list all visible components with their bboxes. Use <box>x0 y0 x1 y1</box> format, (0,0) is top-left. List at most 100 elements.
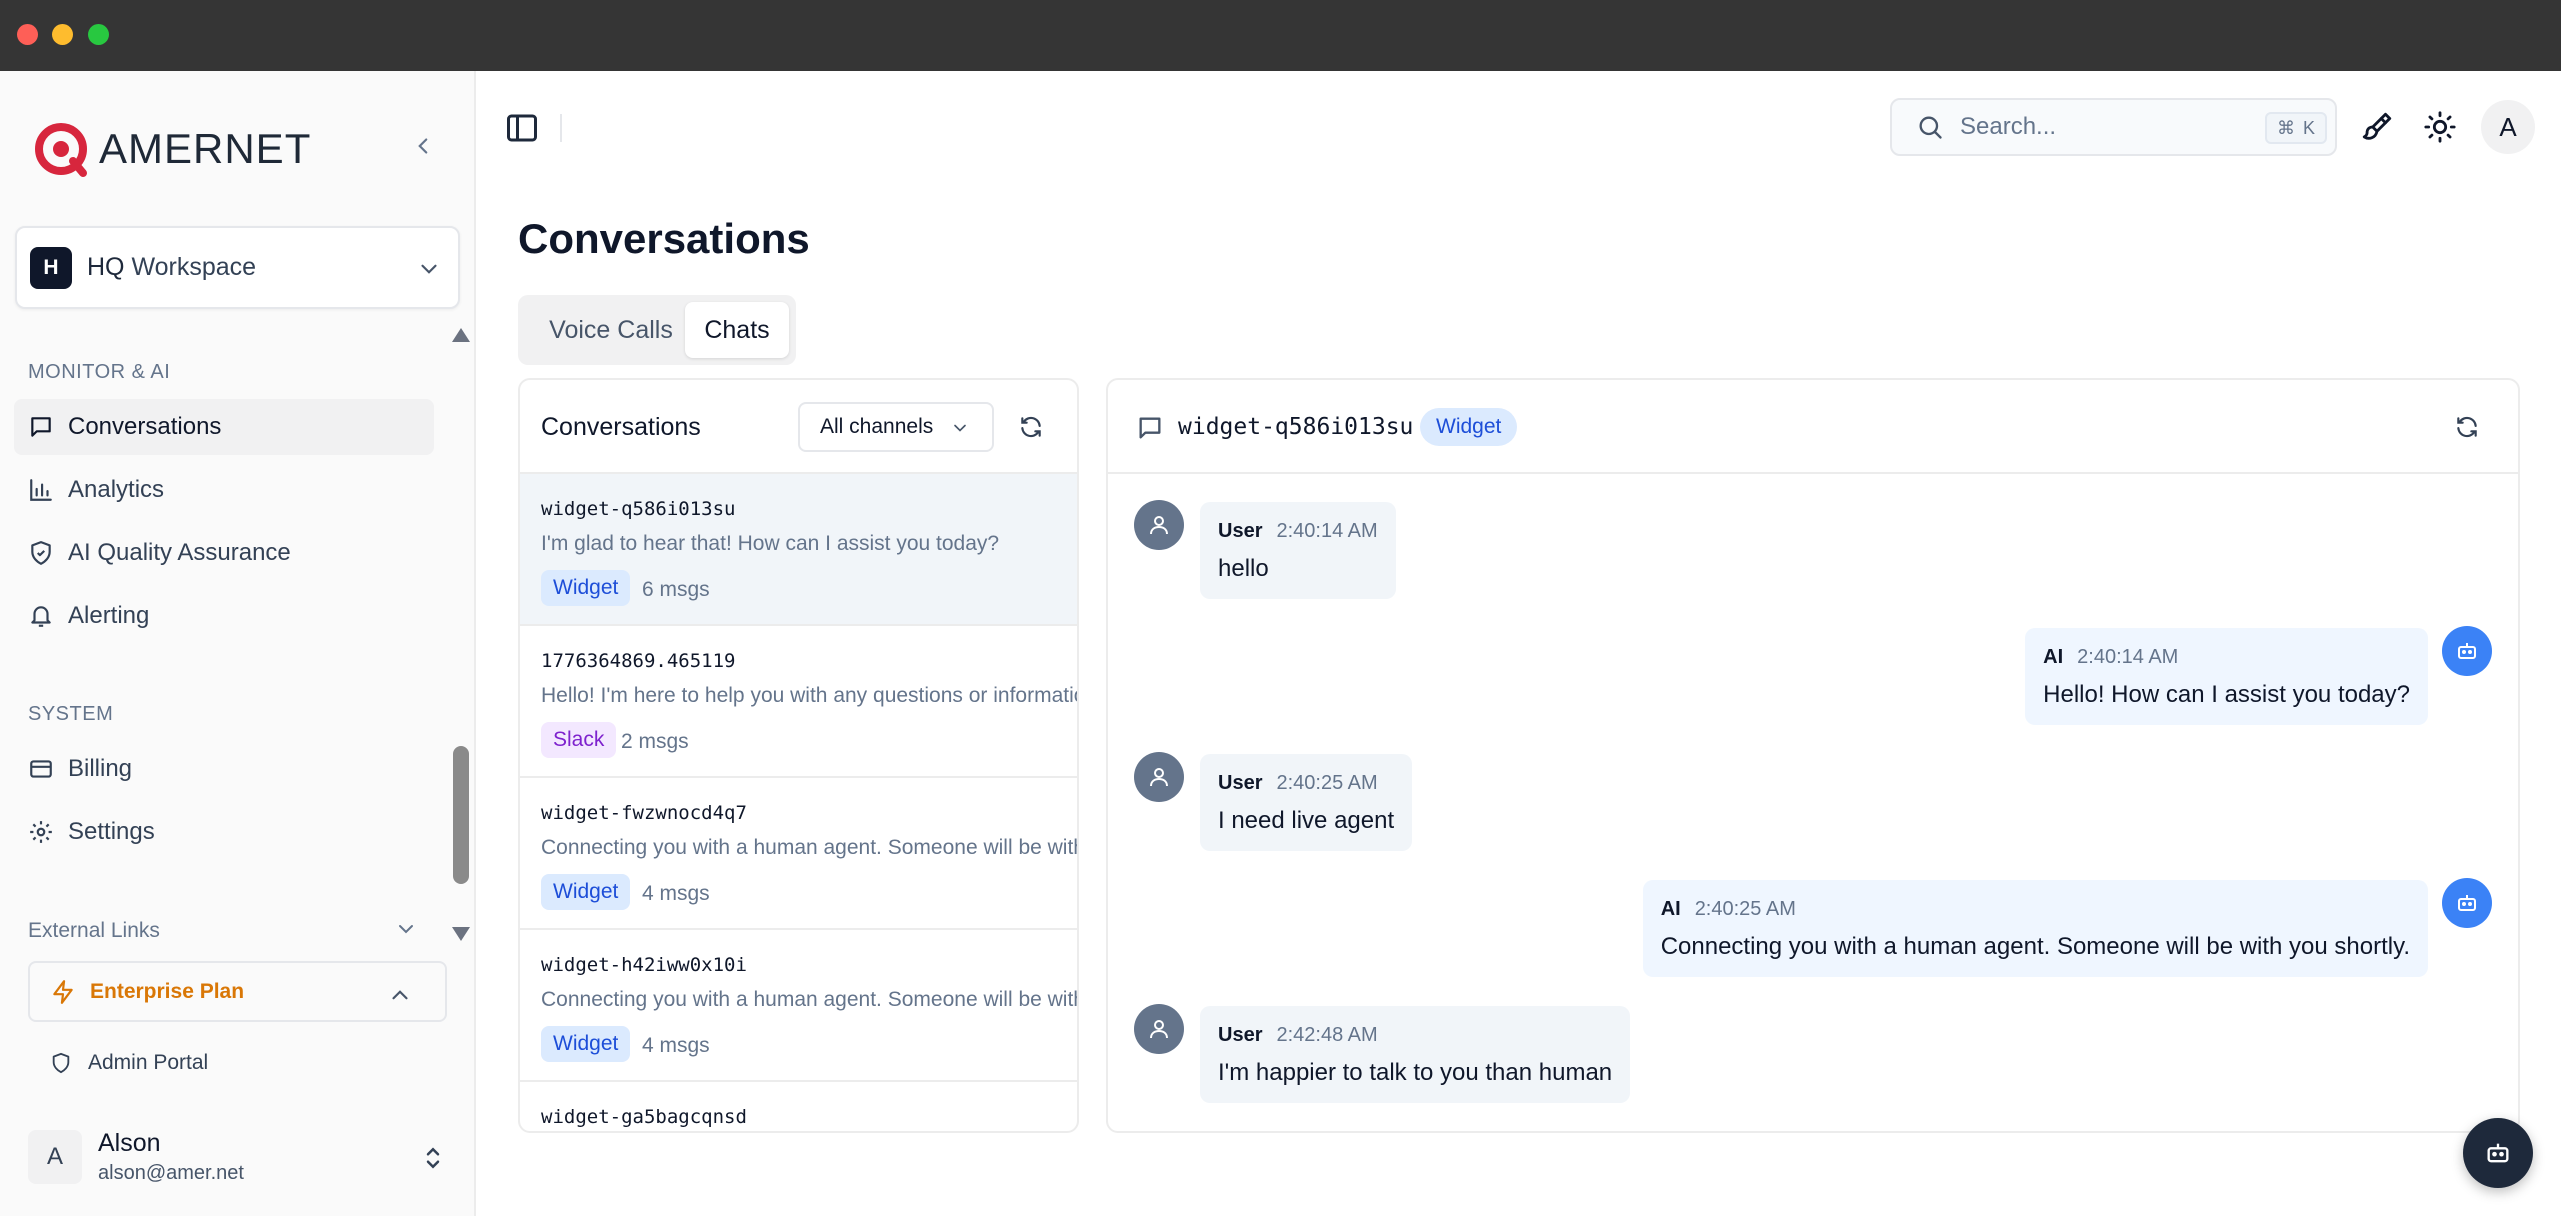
maximize-window-button[interactable] <box>88 24 109 45</box>
sun-icon[interactable] <box>2423 110 2457 144</box>
avatar[interactable]: A <box>2481 100 2535 154</box>
avatar: A <box>28 1130 82 1184</box>
message-count: 4 msgs <box>642 882 710 905</box>
enterprise-plan-label: Enterprise Plan <box>90 979 245 1003</box>
search-input[interactable]: Search... ⌘ K <box>1890 98 2337 156</box>
chat-message-user: User 2:40:25 AM I need live agent <box>1200 754 1413 851</box>
sidebar-item-label: Conversations <box>68 413 222 440</box>
conversation-preview: I'm glad to hear that! How can I assist … <box>541 532 1000 555</box>
paintbrush-icon[interactable] <box>2360 110 2394 144</box>
conversation-id: 1776364869.465119 <box>541 650 736 672</box>
message-time: 2:40:25 AM <box>1694 898 1796 920</box>
refresh-icon[interactable] <box>1018 414 1044 440</box>
list-item[interactable]: 1776364869.465119 Hello! I'm here to hel… <box>520 626 1077 778</box>
channel-badge: Slack <box>541 722 617 758</box>
message-text: hello <box>1218 555 1269 582</box>
ai-avatar <box>2442 626 2492 676</box>
toggle-sidebar-icon[interactable] <box>504 110 540 146</box>
assistant-fab-button[interactable] <box>2463 1118 2533 1188</box>
scroll-down-arrow[interactable] <box>452 927 470 941</box>
shield-check-icon <box>31 541 51 565</box>
sidebar-scrollbar-thumb[interactable] <box>453 746 469 884</box>
conversation-list-header: Conversations All channels <box>520 380 1077 474</box>
chat-message-ai: AI 2:40:25 AM Connecting you with a human… <box>1642 880 2428 977</box>
sidebar-item-label: Analytics <box>68 476 165 503</box>
toolbar-divider <box>560 114 562 142</box>
workspace-switcher[interactable]: H HQ Workspace <box>15 226 460 309</box>
conversation-preview: Hello! I'm here to help you with any que… <box>541 684 1077 707</box>
message-role: User <box>1218 520 1263 542</box>
user-menu[interactable]: A Alson alson@amer.net <box>28 1129 244 1185</box>
channel-badge: Widget <box>541 1026 631 1062</box>
chat-message-user: User 2:40:14 AM hello <box>1200 502 1396 599</box>
external-links-toggle[interactable]: External Links <box>28 919 160 943</box>
credit-card-icon <box>30 760 52 778</box>
section-label-monitor: MONITOR & AI <box>28 361 171 383</box>
brand-name: AMERNET <box>99 125 312 172</box>
lightning-icon <box>53 979 73 1004</box>
sidebar-item-conversations[interactable]: Conversations <box>14 399 434 455</box>
tab-list: Voice Calls Chats <box>518 295 796 365</box>
sidebar-item-settings[interactable]: Settings <box>14 804 434 860</box>
chevron-down-icon <box>421 264 437 274</box>
message-time: 2:40:25 AM <box>1276 772 1378 794</box>
enterprise-plan-toggle[interactable]: Enterprise Plan <box>28 961 447 1022</box>
conversation-list-panel: Conversations All channels widget-q586i0… <box>518 378 1079 1133</box>
bot-icon <box>2458 643 2476 659</box>
channel-filter-value: All channels <box>820 415 934 438</box>
refresh-icon[interactable] <box>2454 414 2480 440</box>
brand-logo[interactable]: AMERNET <box>33 121 311 177</box>
sidebar-item-billing[interactable]: Billing <box>14 741 434 797</box>
scroll-up-arrow[interactable] <box>452 328 470 342</box>
tab-voice-calls[interactable]: Voice Calls <box>526 302 696 358</box>
user-icon <box>1150 768 1168 787</box>
message-square-icon <box>1139 417 1161 439</box>
chat-message-user: User 2:42:48 AM I'm happier to talk to yo… <box>1200 1006 1631 1103</box>
conversation-id: widget-q586i013su <box>541 498 736 520</box>
list-item[interactable]: widget-q586i013su I'm glad to hear that!… <box>520 474 1077 626</box>
conversation-id: widget-fwzwnocd4q7 <box>541 802 747 824</box>
sidebar-item-label: Settings <box>68 818 155 845</box>
chat-header: widget-q586i013su Widget <box>1108 380 2518 474</box>
sidebar-item-label: Alerting <box>68 602 150 629</box>
message-text: Hello! How can I assist you today? <box>2043 681 2410 708</box>
page-title: Conversations <box>518 215 810 262</box>
message-square-icon <box>31 417 51 437</box>
list-item[interactable]: widget-fwzwnocd4q7 Connecting you with a… <box>520 778 1077 930</box>
message-text: I'm happier to talk to you than human <box>1218 1059 1613 1086</box>
section-label-system: SYSTEM <box>28 703 114 725</box>
chat-message-ai: AI 2:40:14 AM Hello! How can I assist you… <box>2025 628 2428 725</box>
bar-chart-icon <box>30 479 52 501</box>
admin-portal-link[interactable]: Admin Portal <box>50 1051 208 1075</box>
sidebar-item-alerting[interactable]: Alerting <box>14 588 434 644</box>
minimize-window-button[interactable] <box>52 24 73 45</box>
chevron-up-down-icon[interactable] <box>418 1143 448 1173</box>
collapse-sidebar-icon[interactable] <box>410 133 436 159</box>
message-role: AI <box>2043 646 2064 668</box>
tab-chats[interactable]: Chats <box>685 302 789 358</box>
message-count: 6 msgs <box>642 578 710 601</box>
user-email: alson@amer.net <box>98 1162 244 1184</box>
channel-filter-select[interactable]: All channels <box>798 402 994 452</box>
list-item[interactable]: widget-ga5bagcqnsd <box>520 1082 1077 1131</box>
message-text: Connecting you with a human agent. Someo… <box>1660 933 2410 960</box>
sidebar-item-label: AI Quality Assurance <box>68 539 291 566</box>
chevron-down-icon[interactable] <box>394 917 418 941</box>
list-item[interactable]: widget-h42iww0x10i Connecting you with a… <box>520 930 1077 1082</box>
sidebar-item-analytics[interactable]: Analytics <box>14 462 434 518</box>
channel-badge: Widget <box>541 874 631 910</box>
search-placeholder: Search... <box>1960 113 2057 140</box>
close-window-button[interactable] <box>17 24 38 45</box>
ai-avatar <box>2442 878 2492 928</box>
message-role: User <box>1218 1024 1263 1046</box>
conversation-preview: Connecting you with a human agent. Someo… <box>541 836 1077 859</box>
conversation-id: widget-ga5bagcqnsd <box>541 1106 747 1128</box>
sidebar-item-ai-quality-assurance[interactable]: AI Quality Assurance <box>14 525 434 581</box>
chat-conversation-id: widget-q586i013su <box>1178 414 1414 440</box>
bell-icon <box>31 606 51 627</box>
bot-icon <box>2487 1143 2509 1163</box>
user-avatar <box>1134 752 1184 802</box>
user-icon <box>1150 1020 1168 1039</box>
workspace-initial: H <box>30 246 72 289</box>
message-count: 4 msgs <box>642 1034 710 1057</box>
